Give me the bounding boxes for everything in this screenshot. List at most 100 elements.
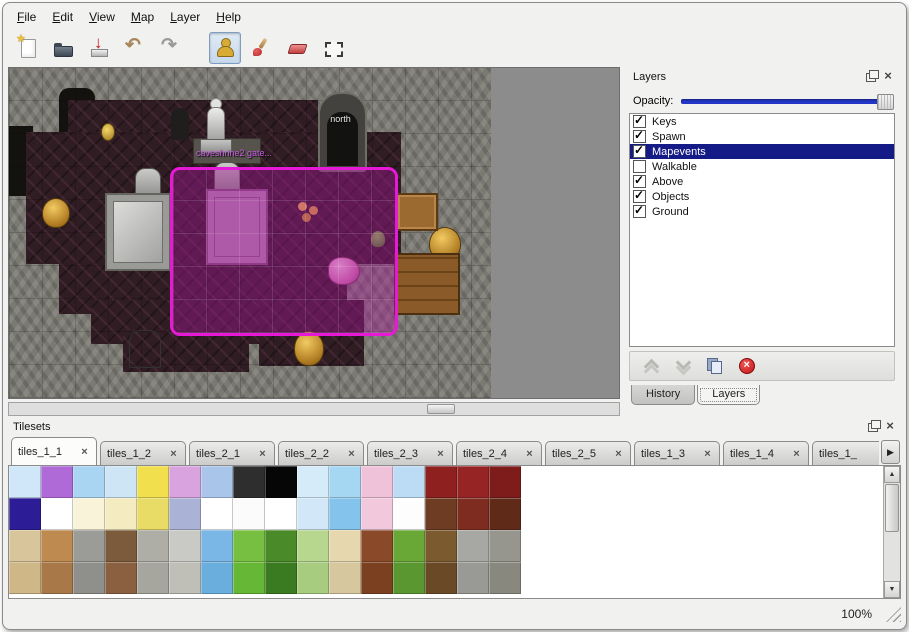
- close-tab-icon[interactable]: [702, 448, 713, 459]
- tileset-tile[interactable]: [361, 466, 393, 498]
- move-layer-down-button[interactable]: [672, 355, 694, 377]
- tileset-tile[interactable]: [393, 466, 425, 498]
- tileset-tab[interactable]: tiles_1_2: [100, 441, 186, 465]
- new-file-button[interactable]: [11, 32, 43, 64]
- selection-rectangle[interactable]: [170, 167, 398, 336]
- brush-tool-button[interactable]: [245, 32, 277, 64]
- close-tab-icon[interactable]: [79, 446, 90, 457]
- tileset-tile[interactable]: [137, 498, 169, 530]
- resize-grip[interactable]: [886, 607, 901, 622]
- tileset-tile[interactable]: [41, 562, 73, 594]
- layer-visibility-checkbox[interactable]: [633, 205, 646, 218]
- tileset-tile[interactable]: [9, 466, 41, 498]
- close-panel-button[interactable]: [884, 421, 896, 433]
- layer-row[interactable]: Walkable: [630, 159, 894, 174]
- redo-button[interactable]: [155, 32, 187, 64]
- tileset-tile[interactable]: [489, 498, 521, 530]
- dock-tab[interactable]: History: [631, 385, 695, 405]
- tileset-tile[interactable]: [41, 466, 73, 498]
- layer-visibility-checkbox[interactable]: [633, 175, 646, 188]
- select-tool-button[interactable]: [317, 32, 349, 64]
- tileset-tile[interactable]: [9, 562, 41, 594]
- tileset-vertical-scrollbar[interactable]: [883, 466, 900, 598]
- eraser-tool-button[interactable]: [281, 32, 313, 64]
- save-button[interactable]: [83, 32, 115, 64]
- tileset-tile[interactable]: [393, 562, 425, 594]
- tileset-tab[interactable]: tiles_2_2: [278, 441, 364, 465]
- stamp-tool-button[interactable]: [209, 32, 241, 64]
- tileset-tile[interactable]: [105, 530, 137, 562]
- tileset-tile[interactable]: [361, 498, 393, 530]
- undo-button[interactable]: [119, 32, 151, 64]
- tileset-tile[interactable]: [137, 466, 169, 498]
- tileset-tab[interactable]: tiles_1_: [812, 441, 879, 465]
- layer-visibility-checkbox[interactable]: [633, 145, 646, 158]
- tileset-tile[interactable]: [297, 498, 329, 530]
- close-tab-icon[interactable]: [346, 448, 357, 459]
- delete-layer-button[interactable]: [736, 355, 758, 377]
- tileset-tile[interactable]: [169, 466, 201, 498]
- close-tab-icon[interactable]: [435, 448, 446, 459]
- tileset-tab[interactable]: tiles_1_1: [11, 437, 97, 465]
- tileset-tile[interactable]: [457, 466, 489, 498]
- tileset-tile[interactable]: [297, 562, 329, 594]
- tileset-tab[interactable]: tiles_2_4: [456, 441, 542, 465]
- layer-visibility-checkbox[interactable]: [633, 115, 646, 128]
- opacity-slider[interactable]: [681, 92, 894, 110]
- tileset-tile[interactable]: [233, 562, 265, 594]
- tileset-tile[interactable]: [329, 562, 361, 594]
- tileset-tile[interactable]: [169, 498, 201, 530]
- menu-item[interactable]: Layer: [162, 7, 208, 27]
- tileset-tile[interactable]: [201, 562, 233, 594]
- layer-visibility-checkbox[interactable]: [633, 130, 646, 143]
- tileset-tile[interactable]: [233, 498, 265, 530]
- tileset-tile[interactable]: [169, 530, 201, 562]
- tab-scroll-right-button[interactable]: [881, 440, 900, 464]
- tileset-tile[interactable]: [73, 466, 105, 498]
- tileset-tile[interactable]: [297, 466, 329, 498]
- tileset-tile[interactable]: [489, 562, 521, 594]
- tileset-tab[interactable]: tiles_2_3: [367, 441, 453, 465]
- tileset-tile[interactable]: [361, 530, 393, 562]
- tileset-tile[interactable]: [73, 530, 105, 562]
- tileset-tile[interactable]: [361, 562, 393, 594]
- tileset-tile[interactable]: [457, 530, 489, 562]
- tileset-tile[interactable]: [457, 562, 489, 594]
- map-canvas[interactable]: north caveshrine2 gate...: [8, 67, 620, 399]
- layer-row[interactable]: Mapevents: [630, 144, 894, 159]
- layer-row[interactable]: Spawn: [630, 129, 894, 144]
- tileset-tab[interactable]: tiles_1_4: [723, 441, 809, 465]
- opacity-slider-handle[interactable]: [877, 94, 894, 110]
- tileset-tile[interactable]: [265, 466, 297, 498]
- tileset-tile[interactable]: [265, 530, 297, 562]
- tileset-tile[interactable]: [9, 498, 41, 530]
- scrollbar-handle[interactable]: [427, 404, 455, 414]
- map-horizontal-scrollbar[interactable]: [8, 402, 620, 416]
- menu-item[interactable]: Help: [208, 7, 249, 27]
- close-tab-icon[interactable]: [791, 448, 802, 459]
- tileset-tile[interactable]: [105, 562, 137, 594]
- layer-visibility-checkbox[interactable]: [633, 190, 646, 203]
- menu-item[interactable]: Edit: [44, 7, 81, 27]
- tileset-tile[interactable]: [265, 562, 297, 594]
- tileset-tile[interactable]: [425, 562, 457, 594]
- tileset-tile[interactable]: [201, 498, 233, 530]
- layer-row[interactable]: Above: [630, 174, 894, 189]
- layer-row[interactable]: Ground: [630, 204, 894, 219]
- close-tab-icon[interactable]: [257, 448, 268, 459]
- tileset-tile[interactable]: [169, 562, 201, 594]
- layer-row[interactable]: Objects: [630, 189, 894, 204]
- tileset-tile[interactable]: [9, 530, 41, 562]
- move-layer-up-button[interactable]: [640, 355, 662, 377]
- scroll-down-button[interactable]: [884, 581, 900, 598]
- tileset-tile[interactable]: [457, 498, 489, 530]
- tileset-tile[interactable]: [41, 498, 73, 530]
- tileset-tile[interactable]: [73, 562, 105, 594]
- tileset-tile[interactable]: [425, 530, 457, 562]
- tileset-tile[interactable]: [489, 466, 521, 498]
- tileset-tile[interactable]: [137, 562, 169, 594]
- tileset-tab[interactable]: tiles_2_1: [189, 441, 275, 465]
- tileset-tile[interactable]: [105, 466, 137, 498]
- scroll-up-button[interactable]: [884, 466, 900, 483]
- duplicate-layer-button[interactable]: [704, 355, 726, 377]
